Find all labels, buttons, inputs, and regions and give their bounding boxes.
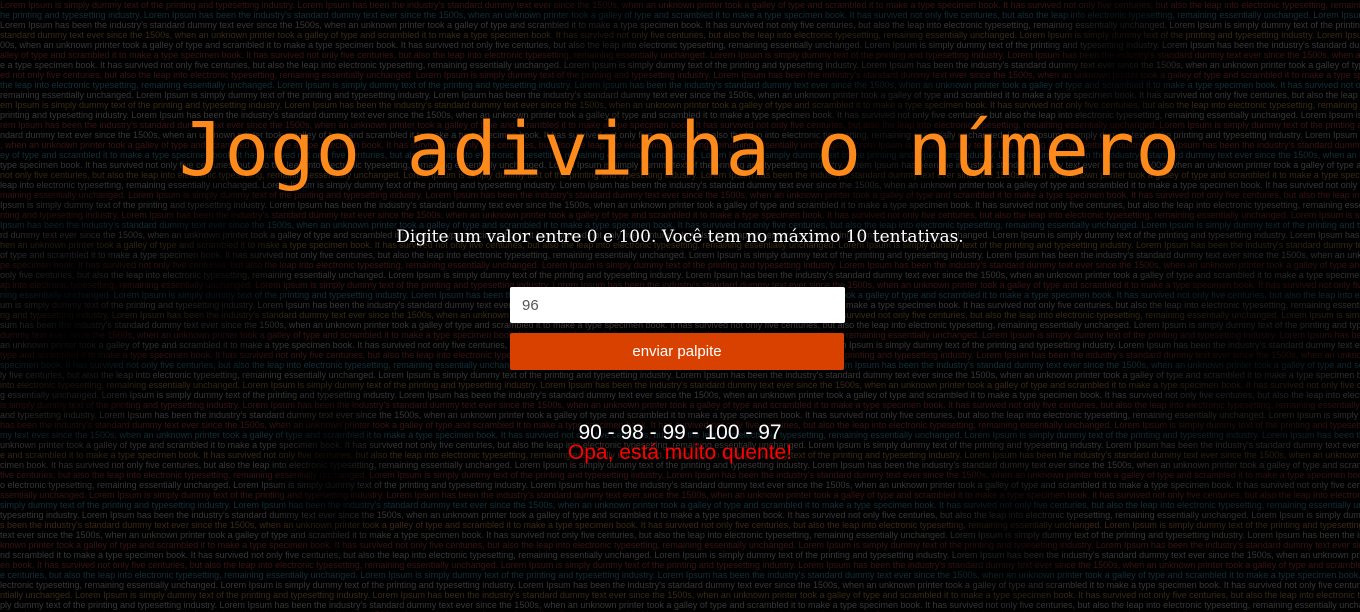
guess-input[interactable] [510,287,845,323]
hint-message: Opa, está muito quente! [567,441,793,464]
instructions-text: Digite um valor entre 0 e 100. Você tem … [396,227,964,247]
submit-guess-button[interactable]: enviar palpite [510,333,844,370]
page-title: Jogo adivinha o número [178,107,1182,193]
game-container: Jogo adivinha o número Digite um valor e… [0,0,1360,612]
